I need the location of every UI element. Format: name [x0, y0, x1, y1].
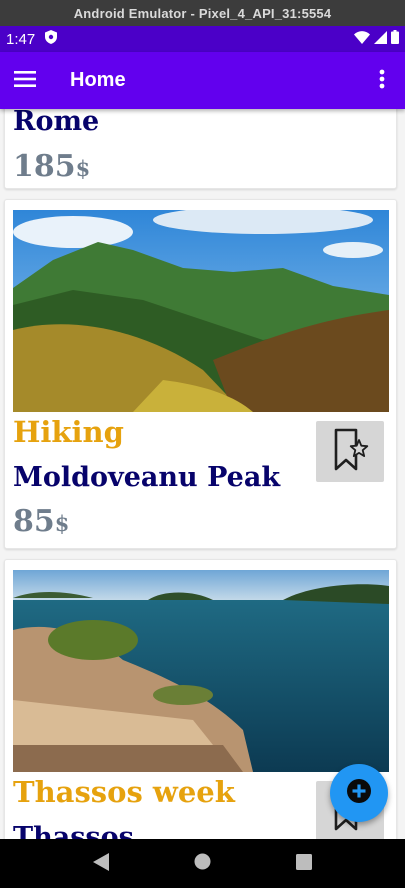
favorite-button[interactable]: [316, 421, 384, 482]
battery-icon: [391, 30, 399, 48]
trip-place: Thassos: [13, 822, 134, 839]
status-bar: 1:47: [0, 26, 405, 52]
emulator-window: Android Emulator - Pixel_4_API_31:5554 1…: [0, 0, 405, 888]
trip-card[interactable]: Hiking Moldoveanu Peak 85$: [4, 199, 397, 549]
back-icon[interactable]: [92, 852, 109, 875]
status-icons: [354, 30, 399, 48]
signal-icon: [374, 30, 387, 48]
wifi-icon: [354, 30, 370, 48]
trip-category: Thassos week: [13, 775, 235, 809]
status-time: 1:47: [6, 30, 36, 48]
recents-icon[interactable]: [296, 853, 313, 874]
bookmark-star-icon: [330, 427, 370, 477]
trip-category: Hiking: [13, 415, 124, 449]
shield-icon: [45, 30, 58, 48]
price-value: 185: [13, 149, 76, 184]
price-currency: $: [75, 156, 91, 181]
app-bar: Home: [0, 52, 405, 109]
trip-price: 85$: [13, 504, 69, 539]
system-nav-bar: [0, 839, 405, 888]
price-currency: $: [54, 511, 70, 536]
page-title: Home: [70, 69, 126, 91]
trip-list[interactable]: Rome 185$ Hiking Moldoveanu Peak 85$ Tha…: [0, 109, 405, 839]
menu-icon: [14, 70, 36, 91]
overflow-menu-button[interactable]: [359, 52, 405, 109]
trip-place: Moldoveanu Peak: [13, 462, 281, 493]
trip-photo: [13, 570, 389, 772]
trip-photo: [13, 210, 389, 412]
trip-place: Rome: [13, 109, 100, 137]
price-value: 85: [13, 504, 55, 539]
add-trip-fab[interactable]: [330, 764, 388, 822]
home-icon[interactable]: [194, 853, 211, 874]
trip-price: 185$: [13, 149, 90, 184]
trip-card[interactable]: Rome 185$: [4, 109, 397, 189]
emulator-title: Android Emulator - Pixel_4_API_31:5554: [0, 0, 405, 26]
add-circle-icon: [346, 778, 372, 808]
menu-button[interactable]: [0, 52, 50, 109]
more-vert-icon: [379, 69, 385, 93]
